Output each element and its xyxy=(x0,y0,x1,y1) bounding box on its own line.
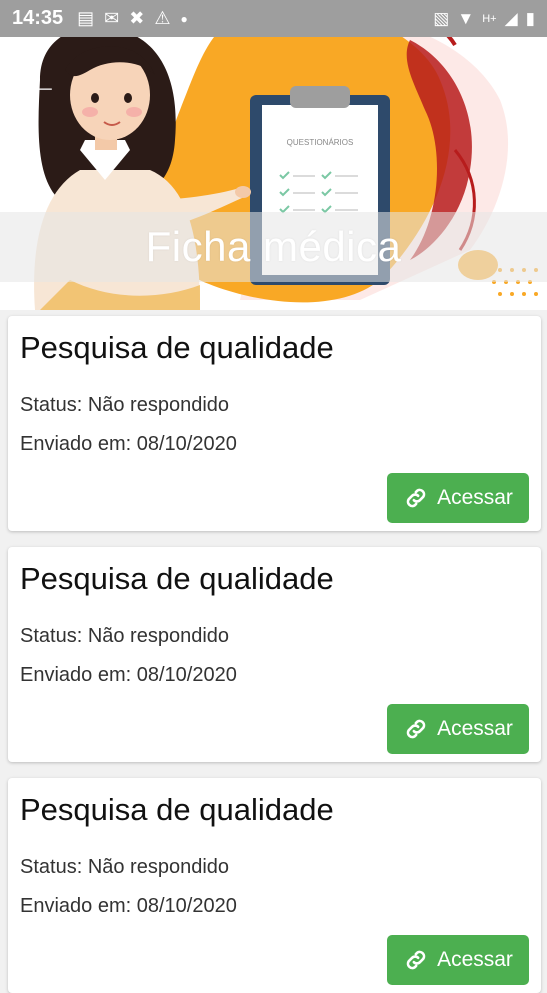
status-bar: 14:35 ▤ ✉ ✖ ⚠ ● ▧ ▼ H+ ◢ ▮ xyxy=(0,0,547,37)
missed-call-icon: ✖ xyxy=(129,8,145,28)
access-button[interactable]: Acessar xyxy=(387,935,529,985)
status-time: 14:35 xyxy=(12,7,64,29)
card-title: Pesquisa de qualidade xyxy=(20,792,334,827)
survey-card: Pesquisa de qualidade Status: Não respon… xyxy=(8,547,541,762)
vibrate-icon: ▧ xyxy=(433,8,450,28)
survey-card: Pesquisa de qualidade Status: Não respon… xyxy=(8,316,541,531)
network-label: H+ xyxy=(482,12,497,25)
access-button[interactable]: Acessar xyxy=(387,473,529,523)
card-sent-date: Enviado em: 08/10/2020 xyxy=(20,664,237,686)
dot-icon: ● xyxy=(180,11,188,26)
status-notification-icons: ▤ ✉ ✖ ⚠ ● xyxy=(77,8,188,29)
mail-icon: ✉ xyxy=(104,8,120,28)
link-icon xyxy=(406,950,426,970)
card-status: Status: Não respondido xyxy=(20,856,230,878)
access-button-label: Acessar xyxy=(437,948,513,971)
status-system-icons: ▧ ▼ H+ ◢ ▮ xyxy=(433,9,535,29)
warning-icon: ⚠ xyxy=(154,8,171,28)
page-title: Ficha médica xyxy=(145,223,402,270)
card-status: Status: Não respondido xyxy=(20,394,230,416)
link-icon xyxy=(406,719,426,739)
wifi-icon: ▼ xyxy=(457,8,475,28)
access-button-label: Acessar xyxy=(437,717,513,740)
card-title: Pesquisa de qualidade xyxy=(20,330,334,365)
card-sent-date: Enviado em: 08/10/2020 xyxy=(20,433,237,455)
back-arrow-icon[interactable]: ← xyxy=(28,68,62,102)
access-button-label: Acessar xyxy=(437,486,513,509)
card-title: Pesquisa de qualidade xyxy=(20,561,334,596)
link-icon xyxy=(406,488,426,508)
title-band: Ficha médica xyxy=(0,212,547,282)
battery-icon: ▮ xyxy=(525,8,535,28)
card-sent-date: Enviado em: 08/10/2020 xyxy=(20,895,237,917)
card-status: Status: Não respondido xyxy=(20,625,230,647)
survey-card: Pesquisa de qualidade Status: Não respon… xyxy=(8,778,541,993)
signal-icon: ◢ xyxy=(504,8,518,28)
message-icon: ▤ xyxy=(77,8,95,28)
clipboard-label: QUESTIONÁRIOS xyxy=(287,138,354,147)
access-button[interactable]: Acessar xyxy=(387,704,529,754)
